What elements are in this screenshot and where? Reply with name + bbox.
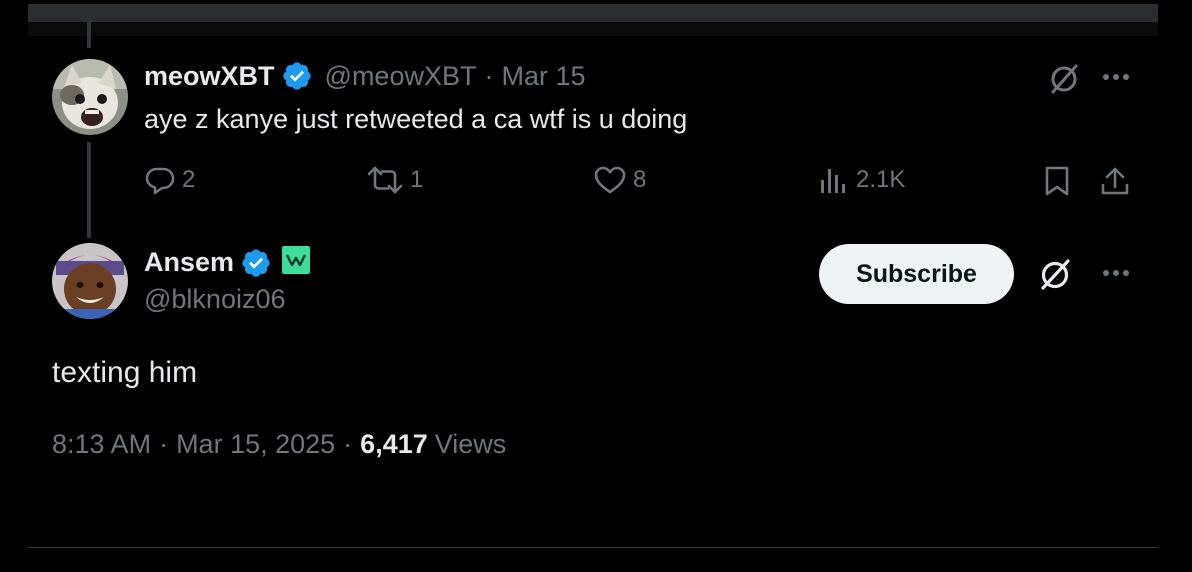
views-count: 2.1K <box>856 166 906 193</box>
bookmark-icon[interactable] <box>1040 164 1074 198</box>
views-button[interactable]: 2.1K <box>818 164 905 196</box>
thread-line-top <box>87 22 91 48</box>
tweet-date[interactable]: Mar 15, 2025 <box>176 429 335 460</box>
reply-date[interactable]: Mar 15 <box>501 61 585 92</box>
verified-badge-icon[interactable] <box>281 60 313 92</box>
separator-dot: · <box>484 60 494 91</box>
separator-dot: · <box>343 429 353 459</box>
main-display-name[interactable]: Ansem <box>144 247 234 278</box>
reply-text: aye z kanye just retweeted a ca wtf is u… <box>144 104 688 134</box>
affiliate-badge-icon[interactable] <box>282 246 311 279</box>
repost-button[interactable]: 1 <box>366 164 423 196</box>
main-text: texting him <box>52 356 198 389</box>
grok-icon[interactable] <box>1044 60 1084 98</box>
main-handle[interactable]: @blknoiz06 <box>144 284 286 315</box>
reply-icon <box>145 167 175 195</box>
reply-header: meowXBT @meowXBT · Mar 15 <box>144 60 586 92</box>
thread-line <box>87 142 91 238</box>
like-button[interactable]: 8 <box>593 164 646 196</box>
main-header: Ansem <box>144 246 311 279</box>
reply-count: 2 <box>182 166 196 193</box>
reply-button[interactable]: 2 <box>144 164 195 196</box>
views-icon <box>821 169 845 193</box>
repost-count: 1 <box>410 166 424 193</box>
tweet-meta: 8:13 AM · Mar 15, 2025 · 6,417 Views <box>52 429 506 460</box>
top-bar <box>28 4 1158 22</box>
reply-display-name[interactable]: meowXBT <box>144 61 275 92</box>
avatar-ansem[interactable] <box>52 243 128 319</box>
top-bar-shadow <box>28 22 1158 36</box>
subscribe-button[interactable]: Subscribe <box>819 244 1014 304</box>
repost-icon <box>367 166 403 194</box>
reply-handle[interactable]: @meowXBT <box>325 61 477 92</box>
more-icon[interactable] <box>1096 258 1136 288</box>
more-icon[interactable] <box>1096 62 1136 92</box>
views-label: Views <box>434 429 507 459</box>
tweet-time[interactable]: 8:13 AM <box>52 429 151 460</box>
like-count: 8 <box>633 166 647 193</box>
share-icon[interactable] <box>1098 164 1132 198</box>
avatar-meowxbt[interactable] <box>52 59 128 135</box>
grok-icon[interactable] <box>1034 256 1076 294</box>
verified-badge-icon[interactable] <box>240 247 272 279</box>
views-number: 6,417 <box>360 429 428 459</box>
like-icon <box>594 166 626 194</box>
separator-dot: · <box>159 429 169 459</box>
divider <box>28 547 1158 548</box>
